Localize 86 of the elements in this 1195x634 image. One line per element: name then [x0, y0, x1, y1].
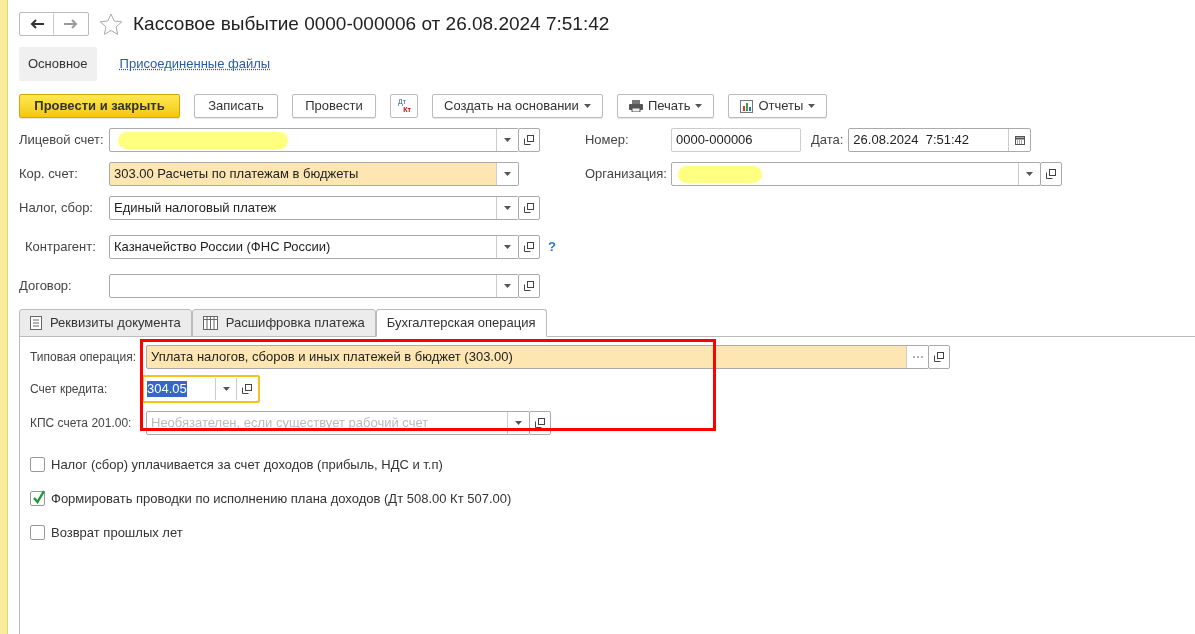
dropdown-button[interactable]	[496, 236, 518, 258]
tab[interactable]: Бухгалтерская операция	[375, 309, 547, 337]
report-chart-icon	[740, 99, 754, 113]
checkbox[interactable]	[30, 525, 45, 540]
field-label: Организация:	[584, 165, 668, 184]
dropdown-button[interactable]	[496, 129, 518, 151]
calendar-icon	[1014, 135, 1025, 145]
checkbox-label: Налог (сбор) уплачивается за счет доходов (прибыль, НДС и т.п)	[51, 455, 443, 474]
arrow-right-icon	[64, 19, 78, 29]
field-label: Кор. счет:	[19, 165, 79, 184]
dropdown-button[interactable]	[496, 275, 518, 297]
dropdown-caret-icon	[222, 387, 230, 391]
section-tab[interactable]: Основное	[19, 47, 97, 81]
create-based-on-button[interactable]: Создать на основании	[432, 94, 603, 118]
dropdown-caret-icon	[583, 104, 591, 108]
select-field[interactable]	[670, 162, 1041, 186]
dropdown-caret-icon	[695, 104, 703, 108]
field-label: Договор:	[19, 277, 73, 296]
dropdown-caret-icon	[504, 206, 511, 210]
dropdown-button[interactable]	[496, 163, 518, 185]
open-window-icon	[524, 242, 534, 252]
help-link[interactable]: ?	[548, 237, 556, 257]
open-button[interactable]	[928, 345, 950, 369]
open-button[interactable]	[518, 128, 540, 152]
dropdown-caret-icon	[515, 421, 522, 425]
document-icon	[30, 316, 42, 330]
dropdown-caret-icon	[504, 284, 511, 288]
open-window-icon	[934, 352, 944, 362]
credit-account-field[interactable]: 304.05	[142, 375, 260, 403]
dropdown-caret-icon	[504, 172, 511, 176]
field-label: Лицевой счет:	[19, 131, 105, 150]
print-button[interactable]: Печать	[616, 94, 715, 118]
operation-field[interactable]: Уплата налогов, сборов и иных платежей в бюджет (303.00)	[146, 345, 929, 369]
checkbox-label: Формировать проводки по исполнению плана доходов (Дт 508.00 Кт 507.00)	[51, 489, 512, 508]
open-window-icon	[524, 203, 534, 213]
select-field[interactable]: 303.00 Расчеты по платежам в бюджеты	[109, 162, 519, 186]
open-window-icon	[1045, 169, 1056, 179]
field-label: Дата:	[810, 131, 844, 150]
dropdown-caret-icon	[504, 138, 511, 142]
dropdown-button[interactable]	[496, 197, 518, 219]
field-label: КПС счета 201.00:	[30, 415, 133, 432]
number-field[interactable]: 0000-000006	[670, 128, 801, 152]
table-icon	[202, 316, 218, 330]
star-icon[interactable]	[99, 12, 123, 36]
field-value: Уплата налогов, сборов и иных платежей в бюджет (303.00)	[150, 348, 514, 366]
toolbar-button[interactable]: Записать	[194, 94, 278, 118]
checkbox[interactable]	[30, 457, 45, 472]
field-label: Контрагент:	[24, 238, 97, 257]
open-button[interactable]	[529, 411, 551, 435]
select-field[interactable]	[109, 128, 519, 152]
select-field[interactable]	[109, 274, 519, 298]
open-window-icon	[535, 418, 545, 428]
field-value: 304.05	[146, 380, 188, 399]
open-button[interactable]	[518, 196, 540, 220]
field-label: Налог, сбор:	[19, 199, 94, 218]
field-value: 303.00 Расчеты по платежам в бюджеты	[113, 165, 360, 183]
field-label: Счет кредита:	[30, 381, 109, 398]
select-field[interactable]: Казначейство России (ФНС России)	[109, 235, 519, 259]
field-value: Казначейство России (ФНС России)	[113, 238, 332, 256]
open-window-icon	[524, 281, 534, 291]
tab[interactable]: Реквизиты документа	[19, 309, 192, 337]
dropdown-caret-icon	[504, 245, 511, 249]
field-label: Номер:	[584, 131, 630, 150]
select-field[interactable]: Единый налоговый платеж	[109, 196, 519, 220]
open-button[interactable]	[518, 235, 540, 259]
post-and-close-button[interactable]: Провести и закрыть	[19, 94, 180, 118]
checkbox[interactable]	[30, 491, 45, 506]
reports-button[interactable]: Отчеты	[728, 94, 828, 118]
toolbar-button[interactable]: Провести	[292, 94, 376, 118]
dropdown-caret-icon	[808, 104, 816, 108]
dropdown-caret-icon	[1025, 172, 1033, 176]
checkbox-label: Возврат прошлых лет	[51, 523, 183, 542]
printer-icon	[628, 100, 643, 112]
arrow-left-icon	[29, 19, 44, 29]
section-tab[interactable]: Присоединенные файлы	[110, 47, 280, 81]
field-value: Единый налоговый платеж	[113, 199, 278, 217]
date-value: 26.08.2024 7:51:42	[852, 131, 971, 149]
open-button[interactable]	[518, 274, 540, 298]
field-label: Типовая операция:	[30, 349, 138, 366]
open-window-icon	[242, 384, 252, 394]
open-button[interactable]	[1039, 162, 1062, 186]
date-field[interactable]: 26.08.2024 7:51:42	[848, 128, 1032, 152]
open-window-icon	[524, 135, 534, 145]
window-title: Кассовое выбытие 0000-000006 от 26.08.2024 7:51:42	[133, 11, 610, 36]
tab[interactable]: Расшифровка платежа	[191, 309, 376, 337]
checkmark-icon	[32, 489, 46, 505]
